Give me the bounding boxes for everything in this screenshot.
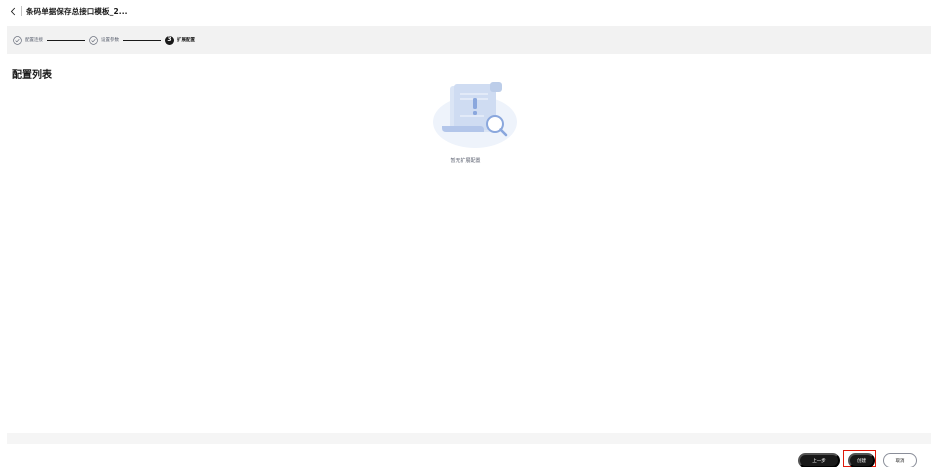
step-set-parameters: 设置参数 bbox=[89, 35, 119, 45]
check-circle-icon bbox=[89, 35, 98, 45]
step-configure-connection: 配置连接 bbox=[13, 35, 43, 45]
section-title: 配置列表 bbox=[12, 70, 52, 81]
empty-state-text: 暂无扩展配置 bbox=[450, 158, 481, 164]
back-button[interactable] bbox=[8, 4, 18, 18]
footer-strip bbox=[7, 433, 931, 444]
cancel-button[interactable]: 取消 bbox=[883, 453, 917, 467]
previous-step-button[interactable]: 上一步 bbox=[798, 453, 840, 467]
step-label: 设置参数 bbox=[101, 38, 119, 43]
step-label: 配置连接 bbox=[25, 38, 43, 43]
chevron-left-icon bbox=[10, 7, 16, 15]
step-connector bbox=[47, 39, 85, 41]
page-title: 条码单据保存总接口模板_2... bbox=[26, 6, 128, 16]
step-label: 扩展配置 bbox=[177, 38, 195, 43]
step-number-badge: 3 bbox=[165, 35, 174, 45]
create-button[interactable]: 创建 bbox=[848, 453, 875, 467]
title-divider bbox=[21, 6, 22, 16]
top-bar: 条码单据保存总接口模板_2... bbox=[0, 0, 931, 22]
step-connector bbox=[123, 39, 161, 41]
check-circle-icon bbox=[13, 35, 22, 45]
step-extended-config: 3 扩展配置 bbox=[165, 35, 195, 45]
empty-document-search-illustration bbox=[433, 82, 517, 148]
steps-bar: 配置连接 设置参数 3 扩展配置 bbox=[7, 26, 931, 54]
